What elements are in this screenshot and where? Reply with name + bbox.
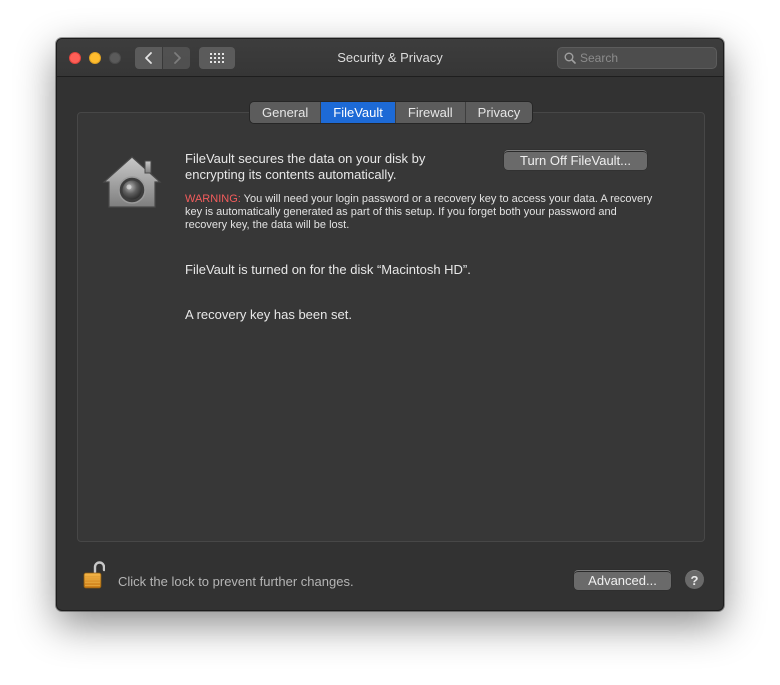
turn-off-filevault-button[interactable]: Turn Off FileVault... (504, 150, 647, 170)
warning-label: WARNING: (185, 193, 241, 205)
search-field[interactable] (557, 47, 717, 69)
tab-privacy[interactable]: Privacy (465, 102, 533, 123)
advanced-button[interactable]: Advanced... (574, 570, 671, 590)
warning-text: You will need your login password or a r… (185, 193, 653, 231)
tab-bar: General FileVault Firewall Privacy (250, 102, 533, 123)
warning-message: WARNING: You will need your login passwo… (185, 193, 655, 232)
help-button[interactable]: ? (685, 570, 704, 589)
tab-firewall[interactable]: Firewall (395, 102, 466, 123)
filevault-panel: FileVault secures the data on your disk … (77, 112, 705, 542)
lock-instruction: Click the lock to prevent further change… (118, 574, 354, 589)
filevault-description: FileVault secures the data on your disk … (185, 151, 426, 182)
security-privacy-window: Security & Privacy General FileVault Fir… (56, 38, 724, 611)
filevault-disk-status: FileVault is turned on for the disk “Mac… (185, 262, 471, 277)
recovery-key-status: A recovery key has been set. (185, 307, 352, 322)
tab-general[interactable]: General (250, 102, 322, 123)
filevault-house-icon (102, 156, 162, 208)
search-input[interactable] (580, 51, 710, 65)
title-bar: Security & Privacy (57, 39, 723, 77)
search-icon (564, 52, 576, 64)
unlocked-padlock-icon[interactable] (83, 560, 105, 590)
tab-filevault[interactable]: FileVault (321, 102, 396, 123)
